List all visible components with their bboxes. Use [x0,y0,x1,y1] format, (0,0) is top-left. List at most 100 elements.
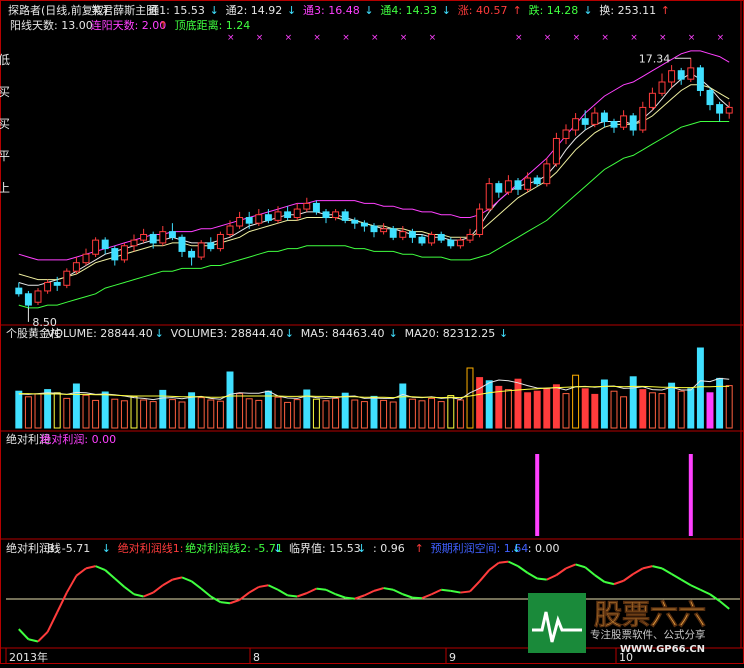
stock-chart: × × × × × × × × × × × × × × × ×17.348.50低买买平上 探路者(日线,前复… [0,0,744,664]
x-tick-label: 8 [253,651,260,664]
candle-body [581,118,589,125]
candle [24,290,32,308]
signal-marker: × [313,33,321,43]
volume-bar [591,393,599,429]
volume-bar [408,398,416,429]
watermark-brand: 股票六六 [594,598,706,631]
volume-bar [552,384,560,429]
volume-bar [168,399,176,429]
x-tick-label: 2013年 [9,650,48,664]
profit-line-segment [460,590,471,594]
volume-bar [456,399,464,429]
candle-body [600,112,608,123]
watermark-url: WWW.GP66.CN [620,644,705,655]
legend-arrow: ↓ [364,4,373,17]
signal-marker: × [429,33,437,43]
signal-marker: × [573,33,581,43]
volume-bar [524,392,532,429]
candle [216,231,224,252]
volume-bar [236,393,244,429]
candle-body [101,239,109,250]
candle-body [92,239,100,255]
volume-bar [245,398,253,429]
profit-line-segment [441,588,451,592]
volume-bar [293,399,301,429]
legend-item: 通1: 15.53 [148,4,205,17]
legend-arrow: ↑ [513,4,522,17]
volume-bar [44,389,52,429]
candle-body [63,270,71,286]
volume-bar [370,395,378,429]
candle-body [389,228,397,238]
volume-bar [255,399,263,429]
candle-body [629,115,637,131]
volume-bar [264,390,272,429]
legend-arrow: ↓ [287,4,296,17]
candle-body [485,183,493,210]
candle-body [207,242,215,250]
legend-item: 连阳天数: 2.00 [91,19,167,32]
legend-arrow: ↓ [389,327,398,340]
candle-body [303,202,311,210]
volume-bar [447,395,455,429]
volume-bar [24,396,32,429]
candle-body [543,163,551,185]
candle-body [428,233,436,244]
profit-line-segment [412,596,423,600]
volume-bar [562,393,570,429]
profit-line-segment [220,601,231,605]
signal-marker: × [630,33,638,43]
volume-bar [140,399,148,429]
volume-bar [207,399,215,429]
volume-bar [197,397,205,429]
legend-arrow: ↓ [285,327,294,340]
legend-arrow: ↓ [512,542,521,555]
volume-bar [332,397,340,429]
candle-body [168,231,176,238]
signal-marker: × [342,33,350,43]
volume-bar [418,400,426,429]
volume-bar [437,401,445,429]
volume-bar [284,401,292,429]
candle-body [53,281,61,286]
candle-body [312,202,320,213]
legend-arrow: ↓ [499,327,508,340]
volume-bar [495,385,503,429]
legend-item: VOLUME3: 28844.40 [171,327,284,340]
legend-item: 通3: 16.48 [303,4,360,17]
side-label-1: 买 [0,85,10,99]
candle-body [668,70,676,83]
legend-item: 阳线天数: 13.00 [10,18,93,32]
candle-body [687,67,695,80]
profit-bar [535,454,540,536]
side-label-2: 买 [0,117,10,131]
legend-item: 跌: 14.28 [529,3,579,17]
candle-body [725,106,733,114]
candle-body [24,293,32,306]
candle-body [648,92,656,108]
candle-body [418,236,426,244]
candle-body [82,253,90,264]
signal-marker: × [515,33,523,43]
candle-body [236,217,244,227]
candle-body [476,208,484,235]
volume-bar [149,401,157,429]
legend-arrow: ↓ [583,4,592,17]
candle [120,242,128,263]
volume-bar [629,376,637,429]
candle-body [716,104,724,114]
volume-bar [72,383,80,429]
x-tick-label: 9 [449,651,456,664]
candle-body [197,242,205,258]
volume-bar [466,367,474,429]
candle-body [322,211,330,219]
volume-bar [399,383,407,429]
profit-line-segment [316,587,327,591]
candle-body [245,217,253,224]
signal-marker: × [256,33,264,43]
candle-body [332,211,340,219]
profit-line-segment [345,596,355,600]
candle-body [552,137,560,165]
candle-body [72,262,80,272]
volume-bar [514,378,522,429]
